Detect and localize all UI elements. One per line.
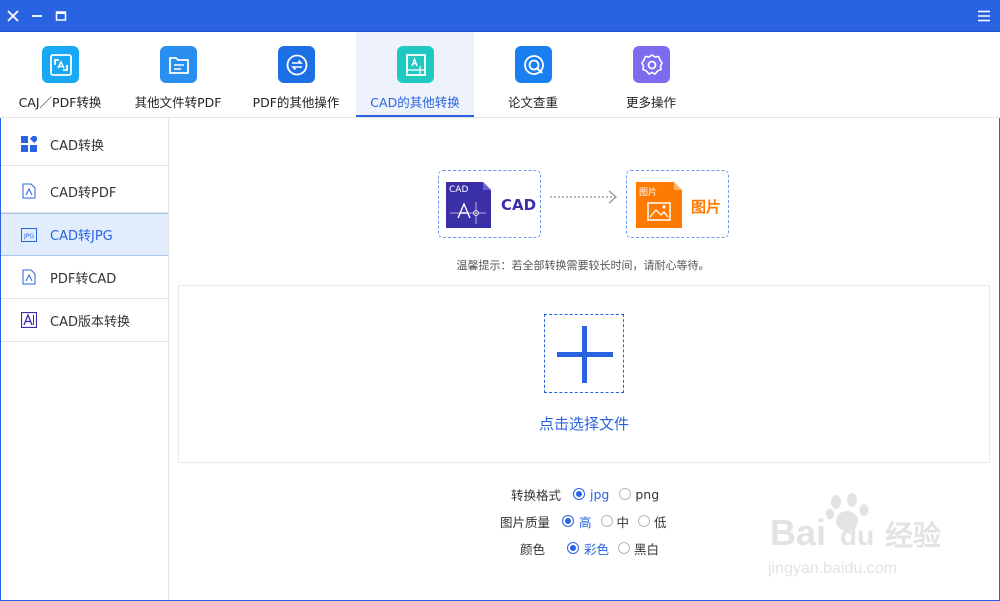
file-to-pdf-icon xyxy=(160,46,197,83)
watermark-brand-cn: 经验 xyxy=(885,519,942,552)
color-label: 颜色 xyxy=(520,541,546,557)
minimize-icon[interactable] xyxy=(24,0,50,32)
color-bw-label[interactable]: 黑白 xyxy=(634,539,659,558)
format-jpg-label[interactable]: jpg xyxy=(590,487,609,502)
add-file-button[interactable] xyxy=(544,314,624,393)
watermark-brand: Bai xyxy=(770,512,827,553)
format-png-label[interactable]: png xyxy=(635,487,659,502)
title-bar xyxy=(0,0,1000,32)
cad-version-icon xyxy=(21,312,37,328)
quality-high-label[interactable]: 高 xyxy=(579,512,592,531)
sidebar-item-label: PDF转CAD xyxy=(50,271,117,287)
cad-file-icon: CAD xyxy=(446,182,491,228)
tab-more-operations[interactable]: 更多操作 xyxy=(592,32,710,117)
sidebar-item-pdf-to-cad[interactable]: PDF转CAD xyxy=(1,256,168,299)
baidu-watermark: Bai du 经验 jingyan.baidu.com xyxy=(760,490,1000,590)
main-toolbar: CAJ／PDF转换 其他文件转PDF PDF的其他操作 CAD的其他转换 论文查… xyxy=(0,32,1000,118)
source-format-label: CAD xyxy=(501,196,537,214)
watermark-url: jingyan.baidu.com xyxy=(768,560,897,577)
hint-text: 温馨提示：若全部转换需要较长时间，请耐心等待。 xyxy=(456,259,710,272)
sidebar-item-cad-version[interactable]: CAD版本转换 xyxy=(1,299,168,342)
quality-medium-radio[interactable] xyxy=(600,515,613,527)
format-png-radio[interactable] xyxy=(619,488,632,500)
sidebar-item-label: CAD转换 xyxy=(50,138,104,154)
watermark-brand-2: du xyxy=(840,520,875,551)
pdf-file-icon xyxy=(21,269,37,285)
choose-file-link[interactable]: 点击选择文件 xyxy=(500,413,668,434)
caj-pdf-convert-icon xyxy=(42,46,79,83)
quality-option-row: 图片质量 高 中 低 xyxy=(500,512,667,530)
format-option-row: 转换格式 jpg png xyxy=(511,485,659,503)
cad-badge-text: CAD xyxy=(449,185,469,195)
format-jpg-radio[interactable] xyxy=(573,488,586,500)
flow-arrow-icon xyxy=(550,190,620,204)
target-format-label: 图片 xyxy=(691,198,722,216)
image-file-icon: 图片 xyxy=(636,182,682,228)
sidebar-item-label: CAD转PDF xyxy=(50,185,117,201)
hamburger-menu-icon[interactable] xyxy=(971,0,997,32)
quality-medium-label[interactable]: 中 xyxy=(617,512,630,531)
pdf-operations-icon xyxy=(278,46,315,83)
cad-convert-grid-icon xyxy=(21,136,37,152)
color-full-label[interactable]: 彩色 xyxy=(584,539,609,558)
tab-label: 论文查重 xyxy=(507,95,558,110)
tab-file-to-pdf[interactable]: 其他文件转PDF xyxy=(119,32,237,117)
plus-icon xyxy=(582,326,587,383)
cad-convert-icon xyxy=(397,46,434,83)
sidebar-item-cad-to-pdf[interactable]: CAD转PDF xyxy=(1,170,168,213)
more-settings-icon xyxy=(633,46,670,83)
sidebar-item-label: CAD版本转换 xyxy=(50,314,130,330)
sidebar-item-cad-convert[interactable]: CAD转换 xyxy=(1,123,168,166)
tab-label: CAD的其他转换 xyxy=(370,95,460,110)
pdf-file-icon xyxy=(21,183,37,199)
maximize-icon[interactable] xyxy=(48,0,74,32)
tab-label: 其他文件转PDF xyxy=(134,95,222,110)
sidebar: CAD转换 CAD转PDF JPG CAD转JPG PDF转CAD CAD版本转… xyxy=(1,118,169,600)
quality-low-label[interactable]: 低 xyxy=(654,512,667,531)
sidebar-item-cad-to-jpg[interactable]: JPG CAD转JPG xyxy=(1,213,168,256)
tab-label: PDF的其他操作 xyxy=(252,95,340,110)
jpg-file-icon: JPG xyxy=(21,227,37,243)
quality-low-radio[interactable] xyxy=(638,515,651,527)
tab-caj-pdf-convert[interactable]: CAJ／PDF转换 xyxy=(1,32,119,117)
color-full-radio[interactable] xyxy=(567,542,580,554)
tab-label: CAJ／PDF转换 xyxy=(18,95,102,110)
tab-paper-check[interactable]: 论文查重 xyxy=(474,32,592,117)
color-bw-radio[interactable] xyxy=(618,542,631,554)
image-badge-text: 图片 xyxy=(639,188,658,198)
target-format-card: 图片 图片 xyxy=(626,170,729,238)
format-label: 转换格式 xyxy=(511,487,562,503)
paper-check-icon xyxy=(515,46,552,83)
tab-cad-convert[interactable]: CAD的其他转换 xyxy=(356,32,474,117)
sidebar-item-label: CAD转JPG xyxy=(50,229,113,244)
tab-pdf-operations[interactable]: PDF的其他操作 xyxy=(237,32,355,117)
color-option-row: 颜色 彩色 黑白 xyxy=(520,539,659,557)
close-icon[interactable] xyxy=(0,0,26,32)
quality-high-radio[interactable] xyxy=(562,515,575,527)
quality-label: 图片质量 xyxy=(500,514,551,530)
svg-text:JPG: JPG xyxy=(23,233,34,240)
source-format-card: CAD CAD xyxy=(438,170,541,238)
tab-label: 更多操作 xyxy=(625,95,676,110)
